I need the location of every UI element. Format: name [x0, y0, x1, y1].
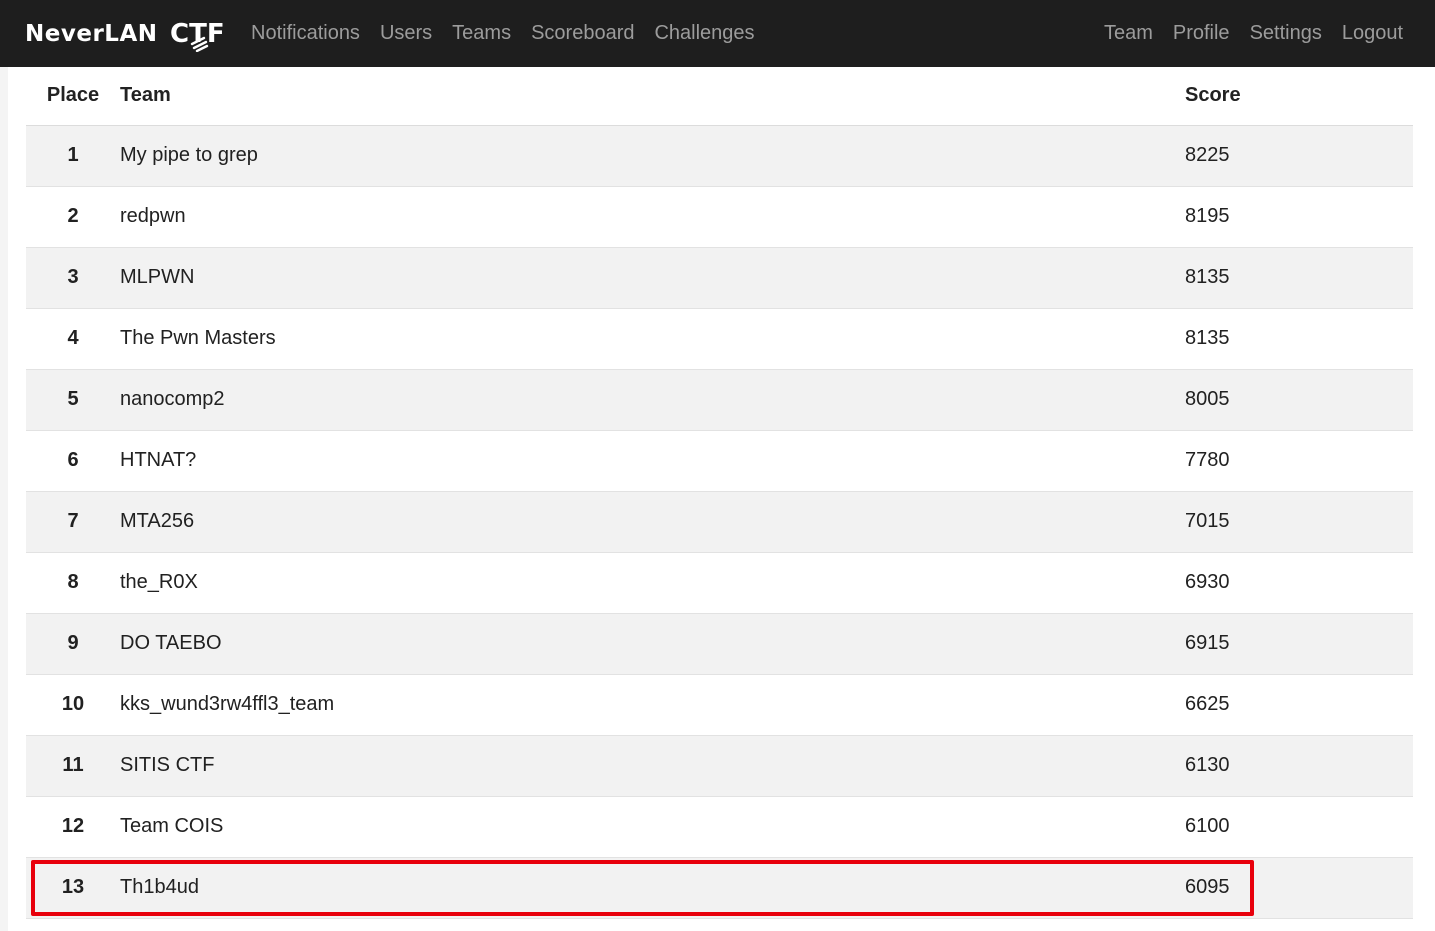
header-score: Score: [1185, 67, 1413, 126]
row-score: 8225: [1185, 125, 1413, 187]
table-row: 13 Th1b4ud 6095: [26, 857, 1413, 919]
ctf-logo-text: CTF: [170, 19, 224, 49]
nav-notifications[interactable]: Notifications: [241, 0, 370, 67]
table-row: 2 redpwn 8195: [26, 186, 1413, 248]
row-place: 2: [26, 186, 120, 248]
table-row: 4 The Pwn Masters 8135: [26, 308, 1413, 370]
nav-challenges[interactable]: Challenges: [644, 0, 764, 67]
table-row: 7 MTA256 7015: [26, 491, 1413, 553]
team-link[interactable]: nanocomp2: [120, 388, 225, 410]
team-link[interactable]: MLPWN: [120, 266, 194, 288]
row-place: 11: [26, 735, 120, 797]
row-team-cell: SITIS CTF: [120, 735, 1185, 797]
header-team: Team: [120, 67, 1185, 126]
table-row: 6 HTNAT? 7780: [26, 430, 1413, 492]
row-score: 8005: [1185, 369, 1413, 431]
row-place: 10: [26, 674, 120, 736]
nav-settings[interactable]: Settings: [1240, 0, 1332, 67]
row-team-cell: MTA256: [120, 491, 1185, 553]
row-score: 6930: [1185, 552, 1413, 614]
row-place: 8: [26, 552, 120, 614]
team-link[interactable]: My pipe to grep: [120, 144, 258, 166]
team-link[interactable]: Th1b4ud: [120, 876, 199, 898]
header-place: Place: [26, 67, 120, 126]
row-score: 6625: [1185, 674, 1413, 736]
team-link[interactable]: the_R0X: [120, 571, 198, 593]
team-link[interactable]: redpwn: [120, 205, 186, 227]
row-team-cell: DO TAEBO: [120, 613, 1185, 675]
row-score: 8195: [1185, 186, 1413, 248]
row-team-cell: Th1b4ud: [120, 857, 1185, 919]
team-link[interactable]: The Pwn Masters: [120, 327, 276, 349]
row-place: 9: [26, 613, 120, 675]
row-score: 8135: [1185, 308, 1413, 370]
row-score: 7780: [1185, 430, 1413, 492]
team-link[interactable]: MTA256: [120, 510, 194, 532]
table-row: 12 Team COIS 6100: [26, 796, 1413, 858]
nav-scoreboard[interactable]: Scoreboard: [521, 0, 644, 67]
row-score: 6095: [1185, 857, 1413, 919]
nav-users[interactable]: Users: [370, 0, 442, 67]
primary-nav: Notifications Users Teams Scoreboard Cha…: [241, 0, 765, 67]
team-link[interactable]: SITIS CTF: [120, 754, 214, 776]
row-team-cell: HTNAT?: [120, 430, 1185, 492]
team-link[interactable]: DO TAEBO: [120, 632, 222, 654]
table-row: 3 MLPWN 8135: [26, 247, 1413, 309]
row-team-cell: nanocomp2: [120, 369, 1185, 431]
nav-logout[interactable]: Logout: [1332, 0, 1413, 67]
row-team-cell: redpwn: [120, 186, 1185, 248]
row-place: 3: [26, 247, 120, 309]
nav-team[interactable]: Team: [1094, 0, 1163, 67]
nav-profile[interactable]: Profile: [1163, 0, 1240, 67]
row-score: 8135: [1185, 247, 1413, 309]
nav-teams[interactable]: Teams: [442, 0, 521, 67]
scoreboard-container: Place Team Score 1 My pipe to grep 8225 2 re…: [26, 67, 1413, 919]
row-place: 1: [26, 125, 120, 187]
brand-logo-link[interactable]: NeverLAN CTF: [25, 14, 224, 54]
row-place: 7: [26, 491, 120, 553]
table-row: 9 DO TAEBO 6915: [26, 613, 1413, 675]
scoreboard-header: Place Team Score: [26, 67, 1413, 126]
row-team-cell: Team COIS: [120, 796, 1185, 858]
table-row: 8 the_R0X 6930: [26, 552, 1413, 614]
account-nav: Team Profile Settings Logout: [1094, 0, 1413, 67]
scoreboard-table: Place Team Score 1 My pipe to grep 8225 2 re…: [26, 67, 1413, 919]
page-left-edge: [0, 67, 8, 931]
row-score: 6915: [1185, 613, 1413, 675]
row-team-cell: the_R0X: [120, 552, 1185, 614]
row-place: 12: [26, 796, 120, 858]
scoreboard-body: 1 My pipe to grep 8225 2 redpwn 8195 3 MLPWN 813…: [26, 125, 1413, 919]
team-link[interactable]: kks_wund3rw4ffl3_team: [120, 693, 334, 715]
row-place: 5: [26, 369, 120, 431]
table-row: 1 My pipe to grep 8225: [26, 125, 1413, 187]
header-row: Place Team Score: [26, 67, 1413, 126]
row-place: 13: [26, 857, 120, 919]
row-score: 6130: [1185, 735, 1413, 797]
row-score: 6100: [1185, 796, 1413, 858]
table-row: 11 SITIS CTF 6130: [26, 735, 1413, 797]
row-team-cell: The Pwn Masters: [120, 308, 1185, 370]
row-team-cell: MLPWN: [120, 247, 1185, 309]
team-link[interactable]: HTNAT?: [120, 449, 196, 471]
ctf-logo-icon: CTF: [170, 16, 224, 52]
table-row: 5 nanocomp2 8005: [26, 369, 1413, 431]
team-link[interactable]: Team COIS: [120, 815, 223, 837]
row-score: 7015: [1185, 491, 1413, 553]
row-team-cell: kks_wund3rw4ffl3_team: [120, 674, 1185, 736]
brand-name: NeverLAN: [25, 21, 158, 47]
row-place: 4: [26, 308, 120, 370]
table-row: 10 kks_wund3rw4ffl3_team 6625: [26, 674, 1413, 736]
row-team-cell: My pipe to grep: [120, 125, 1185, 187]
row-place: 6: [26, 430, 120, 492]
top-navbar: NeverLAN CTF Notifications Users Teams S…: [0, 0, 1435, 67]
